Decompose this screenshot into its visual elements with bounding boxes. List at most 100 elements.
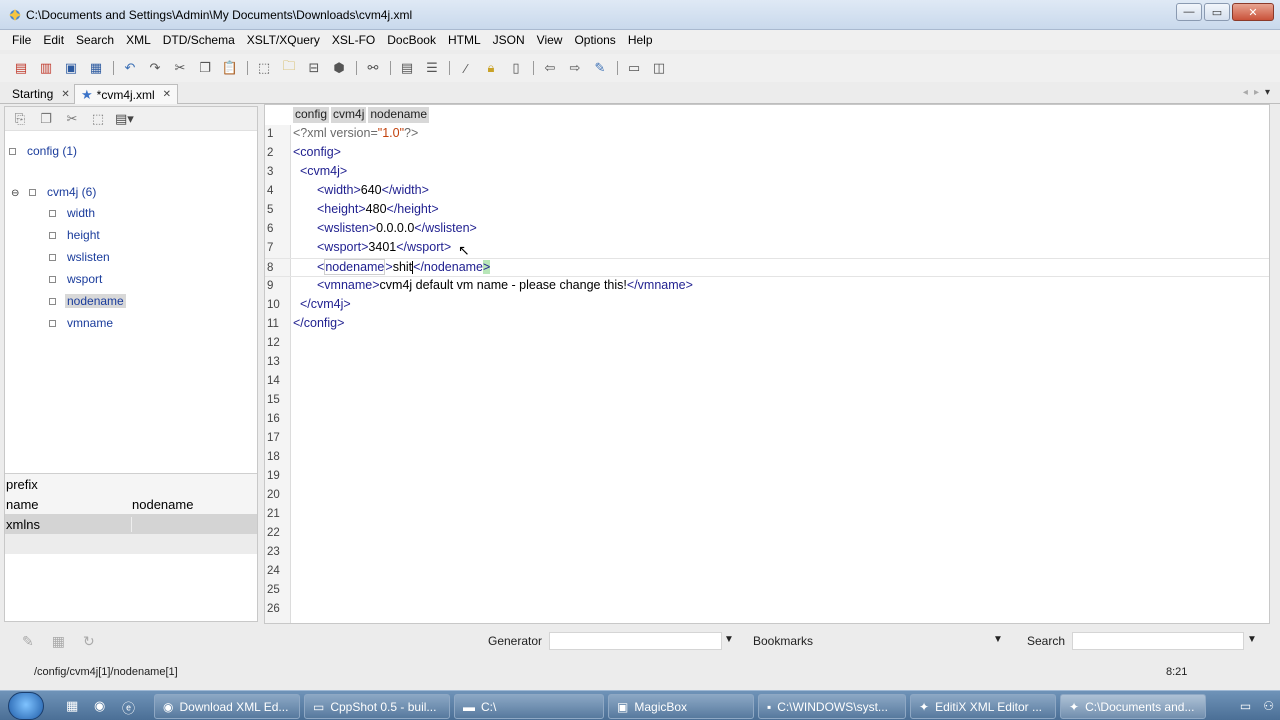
package-icon[interactable]: ⬢ [328,57,350,79]
prop-row-prefix[interactable]: prefix [5,474,257,494]
firefox-icon: ◉ [163,699,174,714]
taskbar-item-editix[interactable]: ✦ EditiX XML Editor ... [910,694,1056,719]
code-line: 10 </cvm4j> [267,297,351,311]
menu-file[interactable]: File [6,30,37,50]
redo-icon[interactable]: ↷ [144,57,166,79]
new-file-icon[interactable]: ▤ [10,57,32,79]
tree-node-height[interactable]: height [49,226,102,244]
tree-node-wsport[interactable]: wsport [49,270,104,288]
menu-docbook[interactable]: DocBook [381,30,442,50]
star-icon: ★ [81,86,93,102]
prop-row-name[interactable]: name nodename [5,494,257,514]
menu-edit[interactable]: Edit [37,30,70,50]
maximize-button[interactable]: ▭ [1204,3,1230,21]
breadcrumb-config[interactable]: config [293,107,330,123]
taskbar-item-cppshot[interactable]: ▭ CppShot 0.5 - buil... [304,694,450,719]
search-label: Search [1027,634,1066,648]
select-node-icon[interactable]: ⬚ [89,111,107,127]
wand-icon[interactable]: ⁄ [455,57,477,79]
tab-prev-icon[interactable]: ◂ [1243,87,1248,98]
close-tab-icon[interactable]: ✕ [61,89,69,100]
tree-options-icon[interactable]: ▤▾ [115,111,134,127]
refresh-icon[interactable]: ↻ [83,633,95,650]
tab-next-icon[interactable]: ▸ [1254,87,1259,98]
code-line: 22 [267,527,280,539]
cut-icon[interactable]: ✂ [169,57,191,79]
bookmarks-dropdown-icon[interactable]: ▼ [993,634,1003,645]
taskbar-item-firefox[interactable]: ◉ Download XML Ed... [154,694,300,719]
undo-icon[interactable]: ↶ [119,57,141,79]
paste-icon[interactable]: 📋 [219,57,241,79]
expand-icon[interactable]: ⊖ [11,188,19,199]
back-icon[interactable]: ⇦ [539,57,561,79]
tree-node-config[interactable]: config (1) [9,142,79,160]
layout-horizontal-icon[interactable]: ▭ [623,57,645,79]
taskbar-item-cmd[interactable]: ▪ C:\WINDOWS\syst... [758,694,906,719]
generator-dropdown-icon[interactable]: ▼ [724,634,734,645]
show-desktop-icon[interactable]: ▦ [66,698,78,714]
search-dropdown-icon[interactable]: ▼ [1247,634,1257,645]
close-tab-icon[interactable]: ✕ [163,89,171,100]
find-icon[interactable]: ⚯ [362,57,384,79]
xml-editor[interactable]: config cvm4j nodename 1 <?xml version="1.… [264,104,1270,624]
folder-icon[interactable]: 🗀 [278,57,300,79]
generator-select[interactable] [549,632,722,650]
tab-menu-icon[interactable]: ▾ [1265,87,1270,98]
minimize-button[interactable]: — [1176,3,1202,21]
code-lines: 1 <?xml version="1.0"?> 2 <config> 3 <cvm4… [265,125,1269,619]
lock-icon[interactable]: 🔒︎ [480,57,502,79]
menu-dtd-schema[interactable]: DTD/Schema [157,30,241,50]
pin-icon[interactable]: ✎ [589,57,611,79]
menu-search[interactable]: Search [70,30,120,50]
new-template-icon[interactable]: ▥ [35,57,57,79]
pen-icon[interactable]: ✎ [22,633,34,650]
menu-view[interactable]: View [531,30,569,50]
windows-taskbar: ▦ ◉ ⓔ ◉ Download XML Ed... ▭ CppShot 0.5 -… [0,690,1280,720]
tray-network-icon[interactable]: ⚇ [1263,699,1274,713]
copy-icon[interactable]: ❐ [194,57,216,79]
prop-row-xmlns[interactable]: xmlns [5,514,257,534]
tray-window-icon[interactable]: ▭ [1240,699,1251,713]
menu-json[interactable]: JSON [487,30,531,50]
tree-node-vmname[interactable]: vmname [49,314,115,332]
tree-node-cvm4j[interactable]: cvm4j (6) [29,183,98,201]
table-icon[interactable]: ▦ [52,633,65,650]
save-icon[interactable]: ▣ [60,57,82,79]
layout-vertical-icon[interactable]: ◫ [648,57,670,79]
menu-xslt-xquery[interactable]: XSLT/XQuery [241,30,326,50]
menu-xsl-fo[interactable]: XSL-FO [326,30,381,50]
close-button[interactable]: ✕ [1232,3,1274,21]
ie-quicklaunch-icon[interactable]: ⓔ [122,698,135,717]
tree-node-wslisten[interactable]: wslisten [49,248,112,266]
firefox-quicklaunch-icon[interactable]: ◉ [94,698,105,714]
tab-starting[interactable]: Starting ✕ [6,84,76,104]
taskbar-item-explorer[interactable]: ▬ C:\ [454,694,604,719]
breadcrumb-nodename[interactable]: nodename [368,107,430,123]
toolbar-separator [390,61,391,75]
document-icon[interactable]: ▯ [505,57,527,79]
save-all-icon[interactable]: ▦ [85,57,107,79]
copy-node-icon[interactable]: ❐ [37,111,55,127]
select-icon[interactable]: ⬚ [253,57,275,79]
taskbar-item-editix-document[interactable]: ✦ C:\Documents and... [1060,694,1206,719]
menu-help[interactable]: Help [622,30,659,50]
taskbar-item-magicbox[interactable]: ▣ MagicBox [608,694,754,719]
tree-node-nodename[interactable]: nodename [49,292,126,310]
menu-html[interactable]: HTML [442,30,487,50]
code-line: 13 [267,356,280,368]
start-button[interactable] [8,692,44,720]
add-node-icon[interactable]: ⎘ [11,111,29,127]
format-icon[interactable]: ▤ [396,57,418,79]
tab-cvm4j-xml[interactable]: ★ *cvm4j.xml ✕ [74,84,179,104]
search-input[interactable] [1072,632,1244,650]
menu-xml[interactable]: XML [120,30,157,50]
mouse-cursor-icon: ↖ [458,242,470,258]
list-icon[interactable]: ☰ [421,57,443,79]
cut-node-icon[interactable]: ✂ [63,111,81,127]
forward-icon[interactable]: ⇨ [564,57,586,79]
tree-node-width[interactable]: width [49,204,97,222]
element-icon [49,319,56,327]
menu-options[interactable]: Options [568,30,621,50]
split-icon[interactable]: ⊟ [303,57,325,79]
breadcrumb-cvm4j[interactable]: cvm4j [331,107,367,123]
